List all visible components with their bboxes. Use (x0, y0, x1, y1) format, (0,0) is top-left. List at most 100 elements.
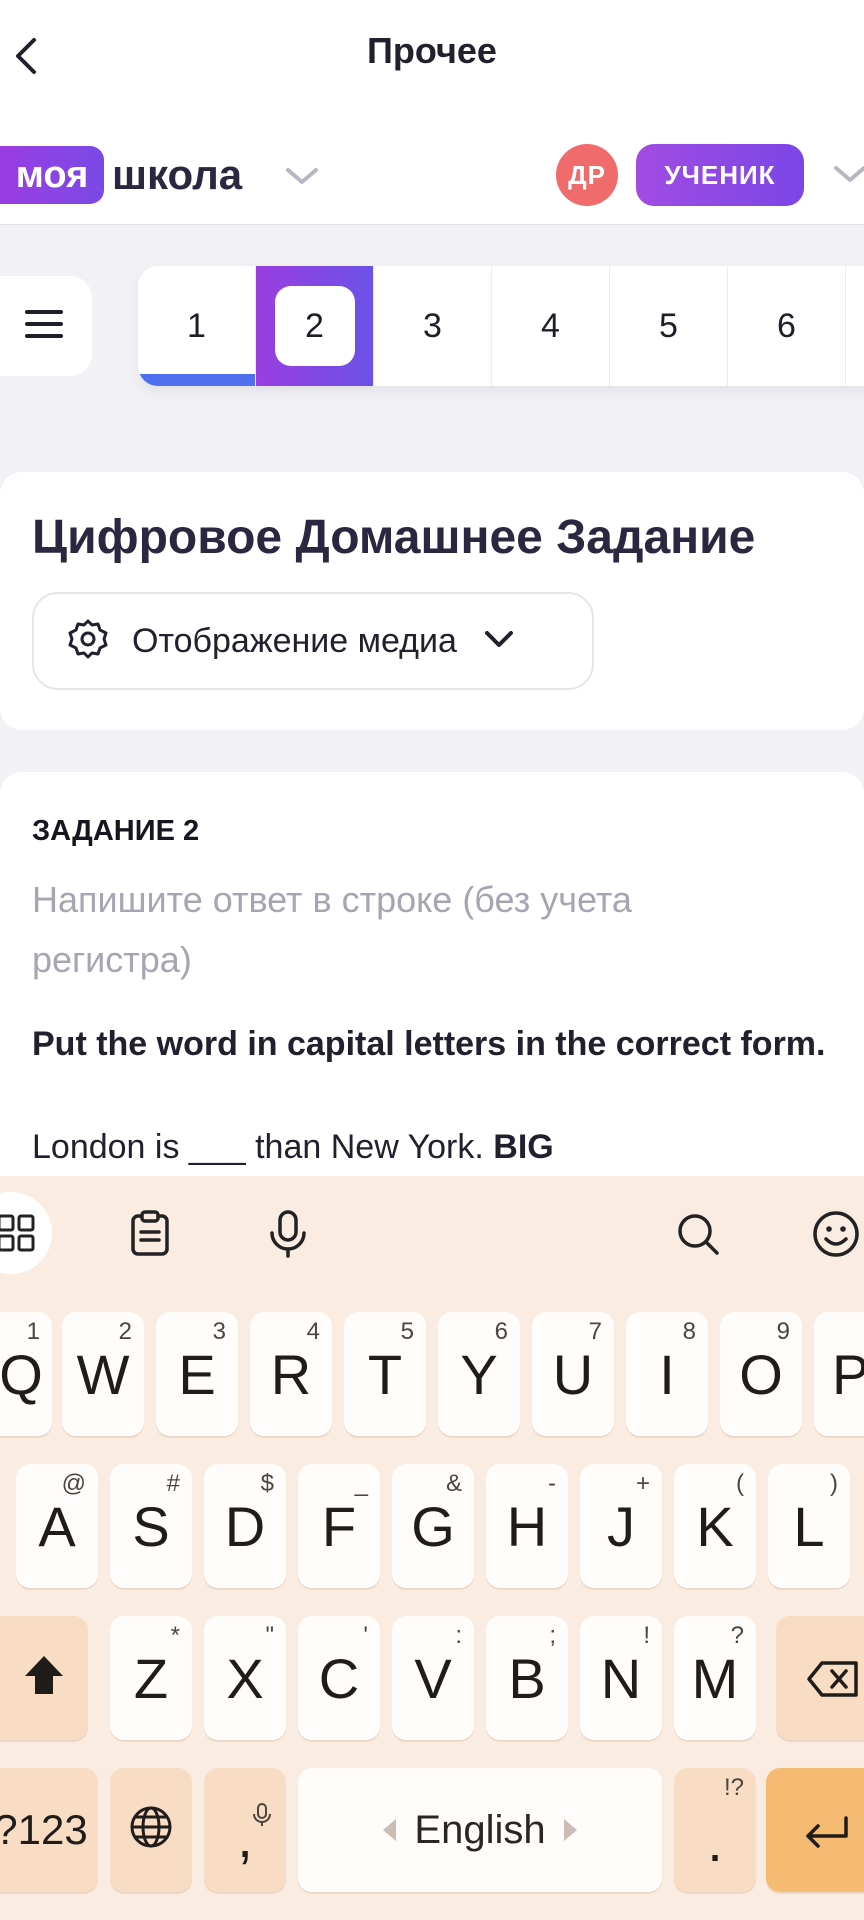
key-label: Y (460, 1342, 498, 1406)
key-d[interactable]: D $ (204, 1464, 286, 1588)
key-label: F (321, 1494, 357, 1558)
homework-heading: Цифровое Домашнее Задание (32, 511, 756, 564)
key-x[interactable]: X " (204, 1616, 286, 1740)
task-tab-2[interactable]: 2 (256, 266, 374, 386)
media-display-label: Отображение медиа (132, 621, 457, 660)
key-m[interactable]: M? (674, 1616, 756, 1740)
task-sentence: London is ___ than New York. BIG (32, 1128, 554, 1167)
gear-icon (66, 617, 110, 666)
keyword: BIG (493, 1128, 554, 1166)
key-w[interactable]: W2 (62, 1312, 144, 1436)
key-label: U (552, 1342, 594, 1406)
key-p[interactable]: P (814, 1312, 864, 1436)
key-l[interactable]: L) (768, 1464, 850, 1588)
key-z[interactable]: Z * (110, 1616, 192, 1740)
microphone-icon[interactable] (260, 1206, 316, 1262)
task-tab-4[interactable]: 4 (492, 266, 610, 386)
key-a[interactable]: A @ (16, 1464, 98, 1588)
key-h[interactable]: H- (486, 1464, 568, 1588)
key-i[interactable]: I8 (626, 1312, 708, 1436)
key-b[interactable]: B; (486, 1616, 568, 1740)
clipboard-icon[interactable] (122, 1206, 178, 1262)
period-label: . (707, 1810, 723, 1873)
menu-button[interactable] (0, 276, 92, 376)
key-sup: _ (354, 1470, 368, 1497)
key-c[interactable]: C ' (298, 1616, 380, 1740)
backspace-key[interactable] (776, 1616, 864, 1740)
task-tab-6[interactable]: 6 (728, 266, 846, 386)
language-key[interactable] (110, 1768, 192, 1892)
hamburger-menu-icon (24, 308, 64, 345)
avatar[interactable]: ДР (556, 144, 618, 206)
globe-icon (128, 1798, 174, 1863)
key-n[interactable]: N! (580, 1616, 662, 1740)
chevron-down-icon[interactable] (832, 160, 864, 188)
key-label: W (76, 1342, 130, 1406)
apps-grid-icon[interactable] (0, 1192, 52, 1274)
key-label: D (224, 1494, 266, 1558)
enter-icon (802, 1798, 850, 1863)
key-sup: ! (643, 1622, 650, 1649)
task-tab-number: 1 (187, 306, 206, 345)
key-label: V (414, 1646, 452, 1710)
media-display-button[interactable]: Отображение медиа (32, 592, 594, 690)
on-screen-keyboard: Q1 W2 E3 R4 T5 Y6 U7 I8 O9 P A @ S # D $ F _… (0, 1176, 864, 1920)
right-arrow-icon (563, 1819, 577, 1841)
emoji-icon[interactable] (808, 1206, 864, 1262)
key-label: X (226, 1646, 264, 1710)
search-icon[interactable] (670, 1206, 726, 1262)
task-tab-number: 3 (423, 306, 442, 345)
task-prompt: Put the word in capital letters in the c… (32, 1025, 826, 1063)
enter-key[interactable] (766, 1768, 864, 1892)
key-sup: ) (830, 1470, 838, 1497)
key-label: M (691, 1646, 739, 1710)
key-sup: & (445, 1470, 462, 1497)
logo-pill[interactable]: моя (0, 146, 104, 204)
key-sup: # (166, 1470, 180, 1497)
key-sup: - (548, 1470, 556, 1497)
logo-text[interactable]: школа (112, 146, 242, 204)
key-sup: 3 (212, 1318, 226, 1345)
key-sup: 9 (776, 1318, 790, 1345)
key-o[interactable]: O9 (720, 1312, 802, 1436)
key-v[interactable]: V: (392, 1616, 474, 1740)
sentence-start: London is (32, 1128, 180, 1166)
key-sup: 4 (306, 1318, 320, 1345)
key-j[interactable]: J + (580, 1464, 662, 1588)
key-sup: @ (61, 1470, 86, 1497)
comma-key[interactable]: , (204, 1768, 286, 1892)
key-label: Q (0, 1342, 43, 1406)
symbols-key[interactable]: ?123 (0, 1768, 98, 1892)
key-label: K (696, 1494, 734, 1558)
space-bar[interactable]: English (298, 1768, 662, 1892)
key-g[interactable]: G & (392, 1464, 474, 1588)
key-sup: * (170, 1622, 180, 1649)
key-u[interactable]: U7 (532, 1312, 614, 1436)
key-y[interactable]: Y6 (438, 1312, 520, 1436)
task-tab-5[interactable]: 5 (610, 266, 728, 386)
task-tab-1[interactable]: 1 (138, 266, 256, 386)
key-label: I (659, 1342, 675, 1406)
chevron-down-icon[interactable] (284, 162, 320, 190)
shift-key[interactable] (0, 1616, 88, 1740)
key-t[interactable]: T5 (344, 1312, 426, 1436)
task-tab-number: 6 (777, 306, 796, 345)
answer-blank[interactable]: ___ (189, 1128, 246, 1166)
comma-label: , (237, 1806, 253, 1869)
key-sup: 8 (682, 1318, 696, 1345)
key-r[interactable]: R4 (250, 1312, 332, 1436)
key-sup: 7 (588, 1318, 602, 1345)
task-tab-3[interactable]: 3 (374, 266, 492, 386)
microphone-icon (252, 1776, 272, 1841)
key-e[interactable]: E3 (156, 1312, 238, 1436)
key-q[interactable]: Q1 (0, 1312, 52, 1436)
key-k[interactable]: K( (674, 1464, 756, 1588)
key-f[interactable]: F _ (298, 1464, 380, 1588)
key-label: G (411, 1494, 455, 1558)
key-label: Z (133, 1646, 169, 1710)
period-key[interactable]: . !? (674, 1768, 756, 1892)
role-badge[interactable]: УЧЕНИК (636, 144, 804, 206)
key-label: L (793, 1494, 825, 1558)
key-s[interactable]: S # (110, 1464, 192, 1588)
page-title: Прочее (367, 30, 497, 71)
